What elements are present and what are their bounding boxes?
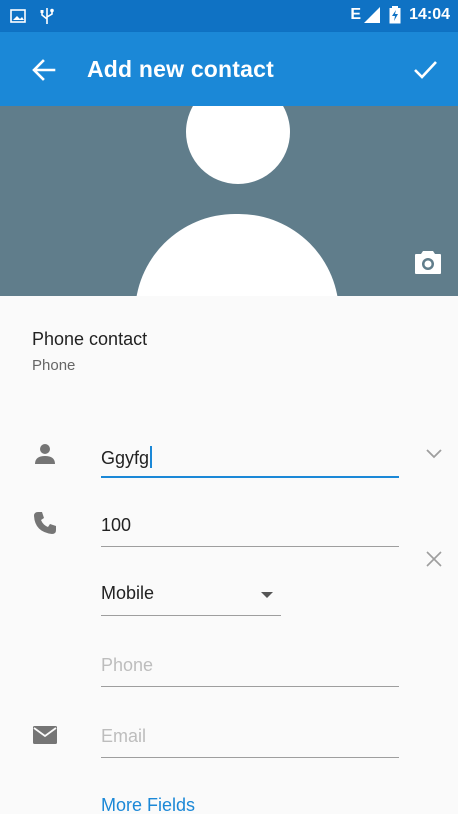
close-icon[interactable] [425,550,443,568]
app-bar: Add new contact [0,32,458,106]
account-name: Phone contact [32,329,148,349]
camera-icon[interactable] [414,249,442,275]
text-cursor [150,446,153,468]
name-field[interactable]: Ggyfg [101,438,399,478]
phone-placeholder: Phone [101,655,154,675]
image-icon [10,9,26,23]
status-bar: E 14:04 [0,0,458,32]
email-field[interactable]: Email [101,718,399,758]
signal-icon [364,7,381,23]
chevron-down-icon[interactable] [425,446,443,460]
person-icon [35,444,55,464]
phone-value: 100 [101,515,132,535]
phone-field[interactable]: 100 [101,507,399,547]
email-placeholder: Email [101,726,147,746]
account-type: Phone [32,357,76,374]
dropdown-arrow-icon [261,592,273,598]
phone-type-value: Mobile [101,583,155,603]
check-icon[interactable] [410,54,440,84]
email-icon [33,726,57,744]
contact-photo-area[interactable] [0,106,458,296]
page-title: Add new contact [87,56,275,82]
phone-field-2[interactable]: Phone [101,647,399,687]
phone-icon [34,512,56,534]
battery-icon [389,6,401,24]
network-type: E [350,6,362,23]
phone-type-select[interactable]: Mobile [101,574,281,616]
arrow-back-icon[interactable] [30,56,58,84]
avatar-head [186,106,290,184]
name-value: Ggyfg [101,448,150,468]
status-time: 14:04 [409,6,450,23]
avatar-body [135,214,339,296]
usb-icon [40,8,54,24]
more-fields-button[interactable]: More Fields [101,795,195,814]
